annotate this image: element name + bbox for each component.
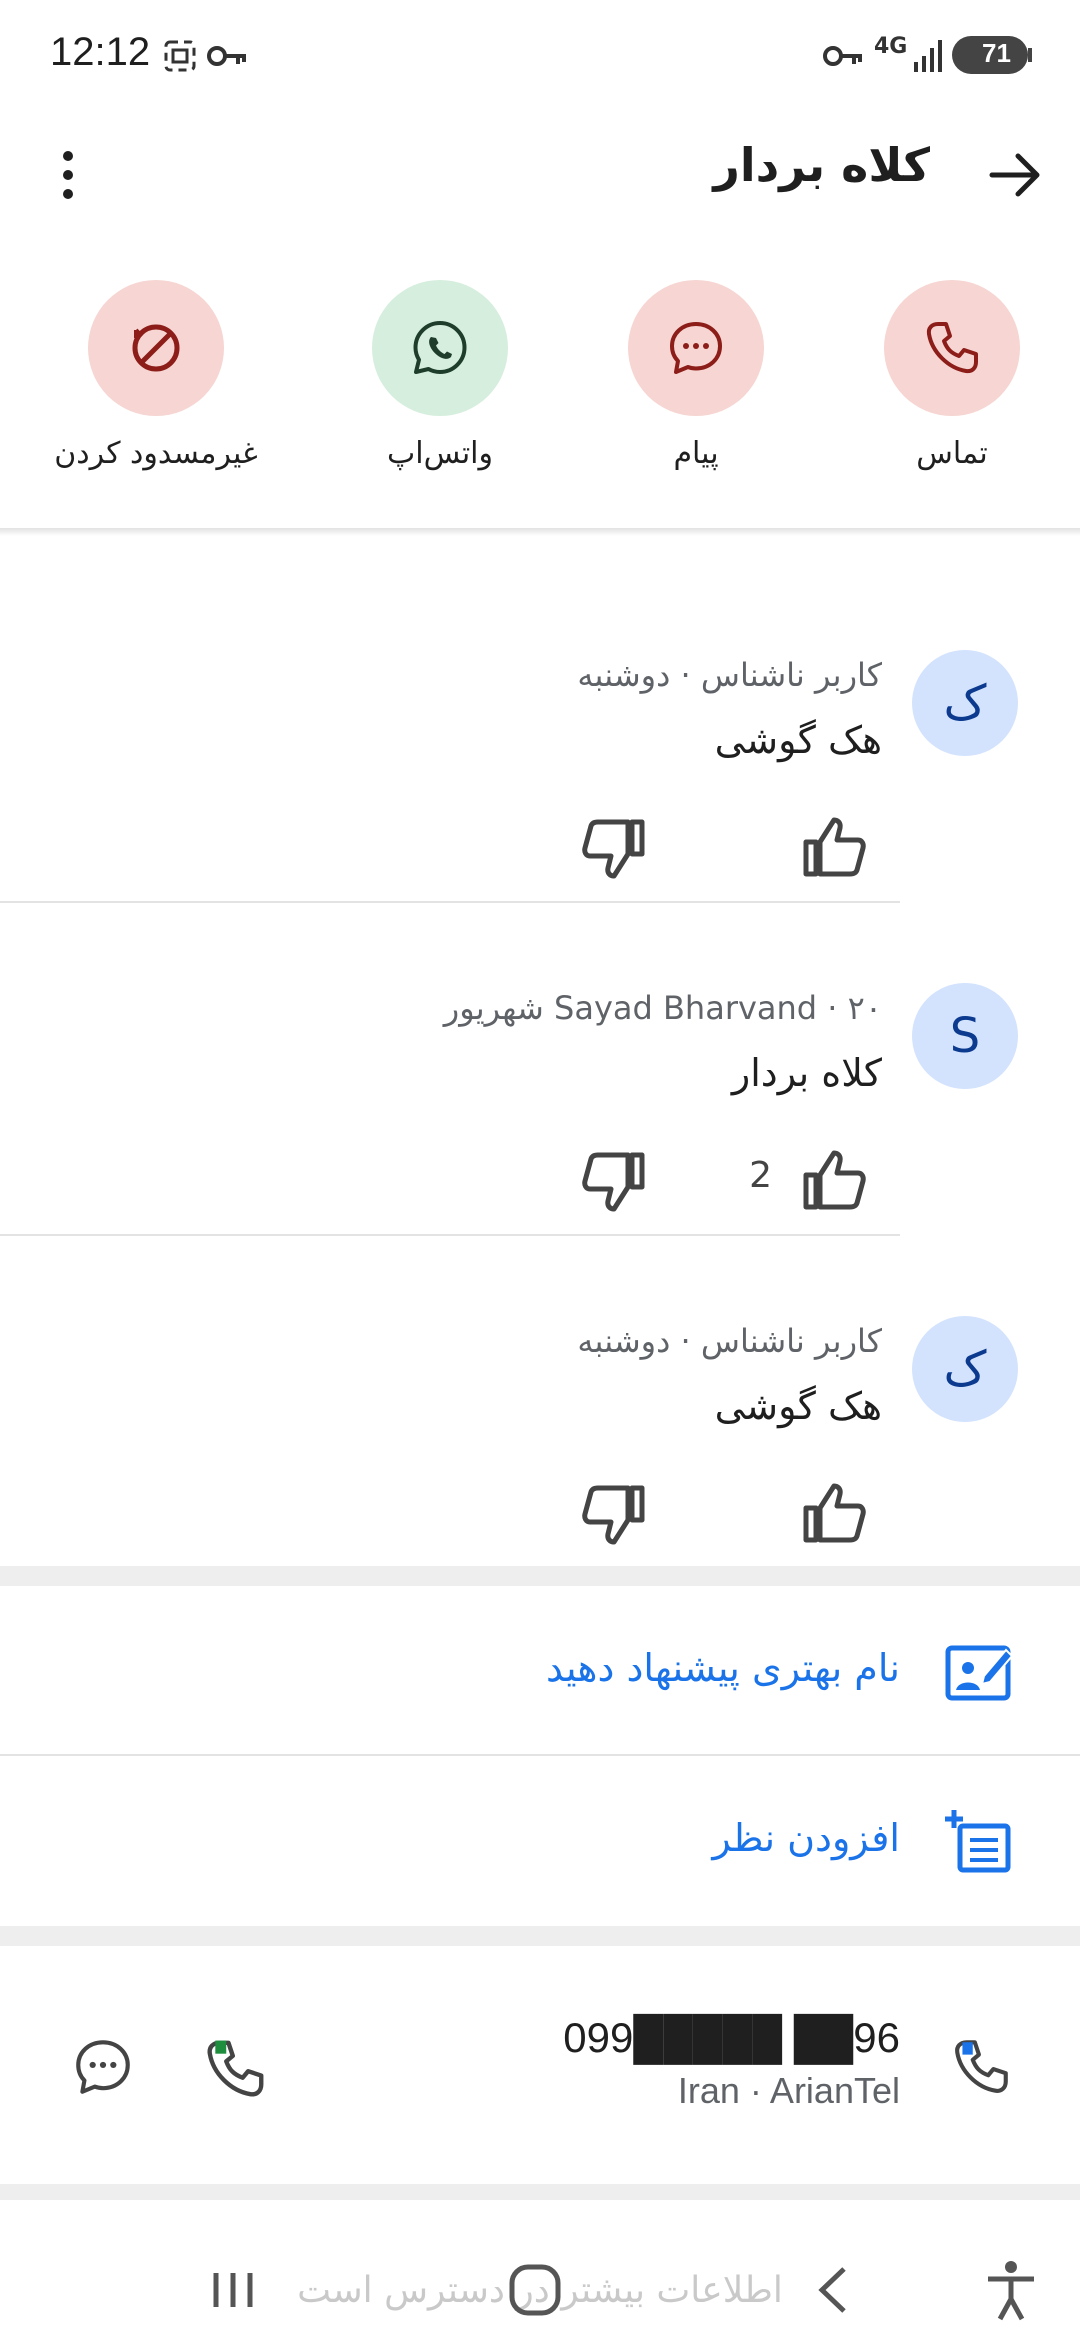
whatsapp-button-circle[interactable] [372,280,508,416]
call-button[interactable]: تماس [832,280,1072,471]
review-text: هک گوشی [714,1384,882,1428]
message-button-circle[interactable] [628,280,764,416]
phone-number: 099█████ ██96 [563,2014,900,2061]
like-count: 2 [749,1155,772,1196]
suggest-name-button[interactable]: نام بهتری پیشنهاد دهید [0,1586,1080,1754]
message-button[interactable]: پیام [576,280,816,471]
network-type-label: 4G [874,34,908,59]
contact-actions-row: تماس پیام واتس‌اپ غیرمسدود کردن [0,270,1080,530]
home-icon[interactable] [500,2255,570,2325]
back-arrow-icon[interactable] [980,140,1050,210]
review-item: S Sayad Bharvand · ۲۰ شهریور کلاه بردار … [0,903,1080,1236]
accessibility-icon[interactable] [976,2255,1046,2325]
edit-card-icon [944,1636,1014,1706]
status-bar: 12:12 4G 71 [0,0,1080,110]
review-item: ک کاربر ناشناس · دوشنبه هک گوشی [0,570,1080,903]
unblock-icon [132,324,180,372]
thumbs-down-icon[interactable] [578,1145,650,1217]
phone-carrier: Iran · ArianTel [677,2070,900,2111]
review-meta: کاربر ناشناس · دوشنبه [577,1322,882,1360]
whatsapp-button[interactable]: واتس‌اپ [320,280,560,471]
section-divider [0,2184,1080,2200]
chat-bubble-icon [670,322,722,374]
call-label: تماس [916,436,988,471]
more-options-icon[interactable] [40,140,96,210]
screenshot-icon [160,36,200,80]
thumbs-down-icon[interactable] [578,812,650,884]
avatar: ک [912,1316,1018,1422]
phone-icon [926,322,978,374]
message-icon[interactable] [70,2034,136,2100]
review-text: کلاه بردار [731,1051,882,1095]
avatar: S [912,983,1018,1089]
add-note-icon [944,1806,1014,1876]
review-text: هک گوشی [714,718,882,762]
system-nav-bar [0,2215,1080,2340]
section-divider [0,1566,1080,1586]
thumbs-up-icon[interactable] [798,1478,870,1550]
whatsapp-label: واتس‌اپ [387,436,493,471]
phone-number-row[interactable]: 099█████ ██96 Iran · ArianTel [0,1948,1080,2184]
review-meta: Sayad Bharvand · ۲۰ شهریور [443,989,882,1027]
thumbs-down-icon[interactable] [578,1478,650,1550]
whatsapp-icon [413,321,467,374]
thumbs-up-icon[interactable] [798,812,870,884]
section-divider [0,1926,1080,1946]
signal-icon [912,36,944,80]
add-comment-button[interactable]: افزودن نظر [0,1756,1080,1924]
sim-call-icon[interactable] [200,2034,270,2104]
thumbs-up-icon[interactable] [798,1145,870,1217]
unblock-button[interactable]: غیرمسدود کردن [36,280,276,471]
back-nav-icon[interactable] [800,2255,870,2325]
call-button-circle[interactable] [884,280,1020,416]
review-meta: کاربر ناشناس · دوشنبه [577,656,882,694]
app-bar: کلاه بردار [0,110,1080,240]
add-comment-label: افزودن نظر [712,1816,900,1860]
recent-apps-icon[interactable] [198,2255,268,2325]
suggest-name-label: نام بهتری پیشنهاد دهید [546,1646,900,1690]
avatar: ک [912,650,1018,756]
phone-icon [948,2034,1014,2100]
unblock-label: غیرمسدود کردن [54,436,258,471]
battery-indicator: 71 [952,34,1034,80]
battery-level: 71 [982,38,1011,68]
header-divider [0,528,1080,536]
status-time: 12:12 [50,30,151,74]
message-label: پیام [673,436,719,471]
vpn-key-icon-right [822,36,866,80]
page-title: کلاه بردار [713,138,930,192]
review-item: ک کاربر ناشناس · دوشنبه هک گوشی [0,1236,1080,1569]
unblock-button-circle[interactable] [88,280,224,416]
vpn-key-icon [206,36,250,80]
